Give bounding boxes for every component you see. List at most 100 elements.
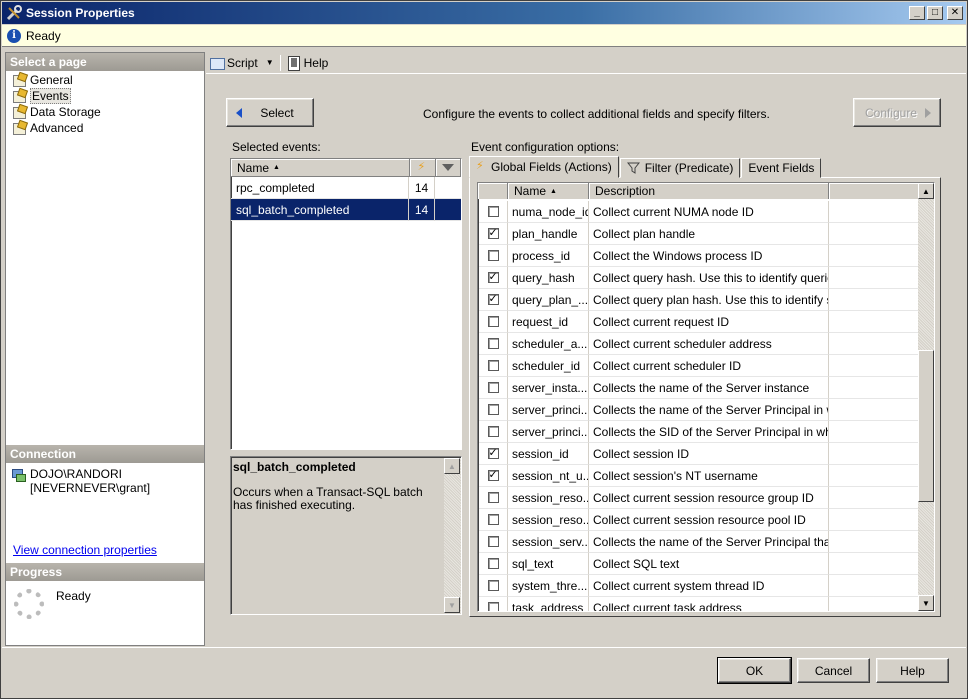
field-checkbox-cell [479,487,508,509]
page-item-data-storage[interactable]: Data Storage [6,104,204,120]
tab-filter[interactable]: Filter (Predicate) [619,158,741,178]
field-row[interactable]: task_address Collect current task address [479,597,919,611]
field-name: plan_handle [508,223,589,245]
maximize-button[interactable]: □ [927,6,943,20]
ok-button-label: OK [745,663,764,678]
progress-status: Ready [56,589,91,603]
field-row[interactable]: request_id Collect current request ID [479,311,919,333]
field-name: task_address [508,597,589,611]
field-checkbox[interactable] [487,338,499,349]
field-description: Collects the SID of the Server Principal… [589,421,829,443]
field-checkbox[interactable] [487,536,499,547]
session-properties-window: Session Properties _ □ ✕ i Ready Select … [0,0,968,699]
global-fields-grid[interactable]: Name ▲ Description numa_node_id Collect c… [477,182,935,612]
field-row[interactable]: session_nt_u...Collect session's NT user… [479,465,919,487]
page-item-events[interactable]: Events [6,88,204,104]
selected-events-list[interactable]: Name ▲ rpc_completed 14 sql_batch_comple… [230,158,462,450]
scroll-down-button[interactable]: ▼ [444,597,460,613]
help-toolbar-button[interactable]: Help [283,53,333,73]
field-checkbox[interactable] [487,446,499,459]
actions-column-header[interactable] [410,159,436,176]
field-checkbox[interactable] [487,492,499,503]
field-description: Collect the Windows process ID [589,245,829,267]
field-checkbox[interactable] [487,382,499,393]
configure-button[interactable]: Configure [853,98,941,127]
field-row[interactable]: scheduler_a... Collect current scheduler … [479,333,919,355]
sort-ascending-icon: ▲ [550,187,557,195]
script-button[interactable]: Script ▼ [206,53,278,73]
filter-funnel-icon [442,164,454,171]
scroll-down-button[interactable]: ▼ [918,595,934,611]
field-row[interactable]: numa_node_id Collect current NUMA node ID [479,201,919,223]
field-name: process_id [508,245,589,267]
field-checkbox[interactable] [487,558,499,569]
field-checkbox[interactable] [487,602,499,611]
field-checkbox[interactable] [487,580,499,591]
filter-column-header[interactable] [436,159,461,176]
connection-server: DOJO\RANDORI [30,467,123,481]
field-checkbox[interactable] [487,514,499,525]
minimize-button[interactable]: _ [909,6,925,20]
field-row[interactable]: system_thre... Collect current system thr… [479,575,919,597]
tab-event-fields[interactable]: Event Fields [741,158,822,178]
field-row[interactable]: session_reso... Collect current session r… [479,509,919,531]
event-row[interactable]: sql_batch_completed 14 [231,199,461,221]
field-row[interactable]: session_reso... Collect current session r… [479,487,919,509]
view-connection-properties-link[interactable]: View connection properties [13,543,157,557]
field-checkbox[interactable] [487,206,499,217]
scroll-up-button[interactable]: ▲ [444,458,460,474]
field-row[interactable]: server_princi... Collects the name of the… [479,399,919,421]
field-row[interactable]: server_insta... Collects the name of the … [479,377,919,399]
tab-global-fields[interactable]: Global Fields (Actions) [469,156,619,178]
grid-name-column-header[interactable]: Name ▲ [508,183,589,199]
field-checkbox[interactable] [487,404,499,415]
field-name: session_reso... [508,487,589,509]
field-description: Collect SQL text [589,553,829,575]
grid-scrollbar[interactable]: ▲ ▼ [918,183,934,611]
field-blank-cell [829,355,919,377]
field-description: Collects the name of the Server instance [589,377,829,399]
field-checkbox[interactable] [487,292,499,305]
event-description-title: sql_batch_completed [233,460,356,474]
field-checkbox[interactable] [487,250,499,261]
script-label: Script [227,55,258,70]
close-button[interactable]: ✕ [947,6,963,20]
field-name: sql_text [508,553,589,575]
help-button[interactable]: Help [876,658,949,683]
field-checkbox[interactable] [487,226,499,239]
field-row[interactable]: sql_text Collect SQL text [479,553,919,575]
events-name-column-header[interactable]: Name ▲ [231,159,410,176]
scroll-thumb[interactable] [918,350,934,502]
field-row[interactable]: session_idCollect session ID [479,443,919,465]
dropdown-arrow-icon[interactable]: ▼ [266,58,274,67]
field-checkbox[interactable] [487,360,499,371]
event-row[interactable]: rpc_completed 14 [231,177,461,199]
field-row[interactable]: plan_handleCollect plan handle [479,223,919,245]
page-item-general[interactable]: General [6,72,204,88]
field-checkbox-cell [479,509,508,531]
field-row[interactable]: session_serv... Collects the name of the … [479,531,919,553]
cancel-button[interactable]: Cancel [797,658,870,683]
field-row[interactable]: process_id Collect the Windows process ID [479,245,919,267]
scroll-up-button[interactable]: ▲ [918,183,934,199]
field-row[interactable]: server_princi... Collects the SID of the … [479,421,919,443]
field-checkbox[interactable] [487,468,499,481]
field-row[interactable]: scheduler_id Collect current scheduler ID [479,355,919,377]
checkbox-column-header[interactable] [478,183,508,199]
field-checkbox[interactable] [487,316,499,327]
progress-body: Ready [6,581,204,627]
field-blank-cell [829,311,919,333]
grid-description-column-header[interactable]: Description [589,183,829,199]
field-checkbox[interactable] [487,270,499,283]
ok-button[interactable]: OK [717,657,792,684]
field-blank-cell [829,575,919,597]
select-button[interactable]: Select [226,98,314,127]
description-scrollbar[interactable]: ▲ ▼ [444,458,461,613]
field-name: system_thre... [508,575,589,597]
field-row[interactable]: query_plan_...Collect query plan hash. U… [479,289,919,311]
field-checkbox[interactable] [487,426,499,437]
lightning-icon [476,159,486,173]
field-checkbox-cell [479,553,508,575]
page-item-advanced[interactable]: Advanced [6,120,204,136]
field-row[interactable]: query_hashCollect query hash. Use this t… [479,267,919,289]
